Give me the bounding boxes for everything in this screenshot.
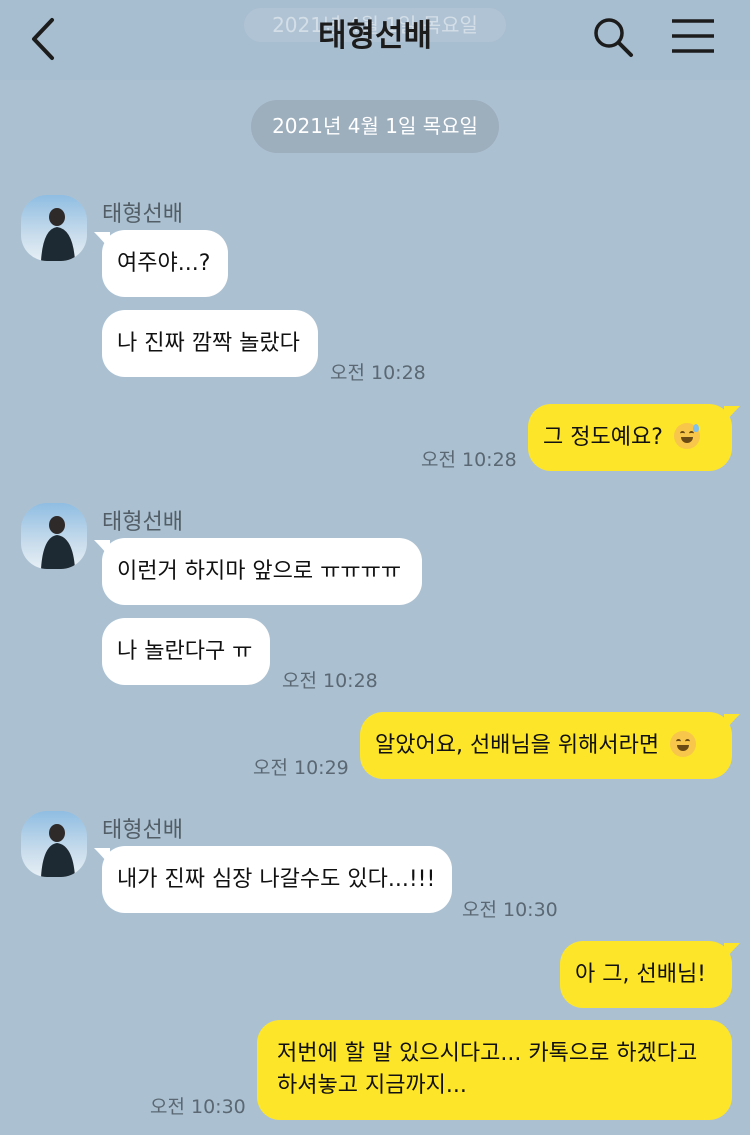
chat-header: 2021년 4월 1일 목요일 태형선배 bbox=[0, 0, 750, 80]
profile-photo-icon bbox=[41, 824, 75, 877]
message-bubble-incoming[interactable]: 나 놀란다구 ㅠ bbox=[102, 618, 270, 685]
message-time: 오전 10:28 bbox=[282, 670, 378, 692]
profile-photo-icon bbox=[41, 516, 75, 569]
message-bubble-incoming[interactable]: 이런거 하지마 앞으로 ㅠㅠㅠㅠ bbox=[102, 538, 422, 605]
message-time: 오전 10:30 bbox=[150, 1096, 246, 1118]
message-time: 오전 10:29 bbox=[253, 757, 349, 779]
message-time: 오전 10:30 bbox=[462, 899, 558, 921]
smiling-face-emoji-icon bbox=[670, 731, 697, 757]
bubble-tail bbox=[724, 406, 740, 424]
message-time: 오전 10:28 bbox=[330, 362, 426, 384]
sender-name: 태형선배 bbox=[102, 202, 183, 227]
avatar[interactable] bbox=[21, 503, 87, 569]
hamburger-menu-icon bbox=[672, 19, 714, 53]
date-separator: 2021년 4월 1일 목요일 bbox=[251, 100, 499, 153]
avatar[interactable] bbox=[21, 811, 87, 877]
sender-name: 태형선배 bbox=[102, 818, 183, 843]
message-bubble-incoming[interactable]: 여주야...? bbox=[102, 230, 228, 297]
menu-button[interactable] bbox=[668, 16, 718, 58]
sender-name: 태형선배 bbox=[102, 510, 183, 535]
profile-photo-icon bbox=[41, 208, 75, 261]
message-bubble-outgoing[interactable]: 그 정도예요? bbox=[528, 404, 732, 471]
message-time: 오전 10:28 bbox=[421, 449, 517, 471]
search-icon bbox=[594, 18, 633, 57]
bubble-tail bbox=[724, 714, 740, 732]
message-bubble-incoming[interactable]: 내가 진짜 심장 나갈수도 있다...!!! bbox=[102, 846, 452, 913]
message-text: 알았어요, 선배님을 위해서라면 bbox=[375, 733, 660, 758]
search-button[interactable] bbox=[590, 14, 636, 60]
message-bubble-outgoing[interactable]: 아 그, 선배님! bbox=[560, 941, 732, 1008]
message-text: 그 정도예요? bbox=[543, 425, 663, 450]
message-bubble-incoming[interactable]: 나 진짜 깜짝 놀랐다 bbox=[102, 310, 318, 377]
chat-title: 태형선배 bbox=[317, 18, 433, 54]
grinning-sweat-emoji-icon bbox=[673, 423, 700, 449]
message-bubble-outgoing[interactable]: 저번에 할 말 있으시다고... 카톡으로 하겠다고 하셔놓고 지금까지... bbox=[257, 1020, 732, 1120]
avatar[interactable] bbox=[21, 195, 87, 261]
bubble-tail bbox=[724, 943, 740, 961]
message-bubble-outgoing[interactable]: 알았어요, 선배님을 위해서라면 bbox=[360, 712, 732, 779]
